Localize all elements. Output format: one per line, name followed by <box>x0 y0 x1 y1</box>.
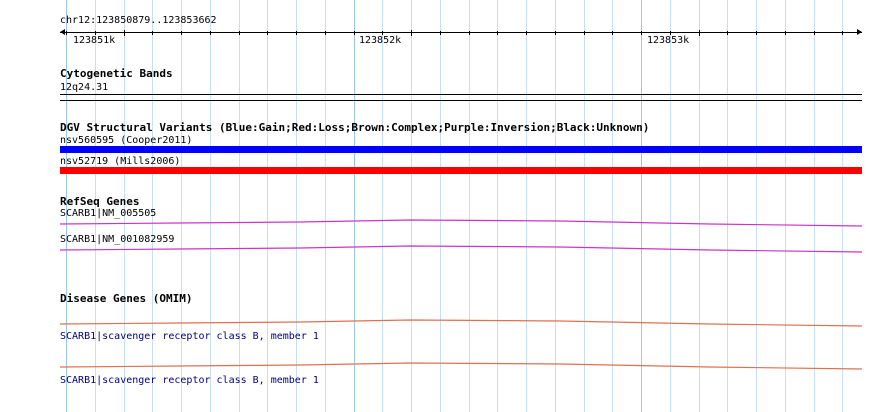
grid-line <box>699 0 700 412</box>
ruler-tick <box>612 31 613 35</box>
omim-gene-feature[interactable] <box>0 316 890 328</box>
grid-line <box>325 0 326 412</box>
grid-line <box>612 0 613 412</box>
ruler-tick <box>124 30 125 36</box>
cytoband-bar-bottom <box>60 100 862 101</box>
grid-line <box>267 0 268 412</box>
ruler-tick <box>497 31 498 35</box>
ruler-tick <box>555 31 556 35</box>
grid-line <box>296 0 297 412</box>
ruler-right-arrow-icon <box>857 29 862 35</box>
grid-line <box>411 0 412 412</box>
ruler-tick <box>210 31 211 35</box>
locus-label: chr12:123850879..123853662 <box>60 15 217 26</box>
ruler-tick <box>641 31 642 35</box>
grid-line <box>555 0 556 412</box>
grid-line <box>727 0 728 412</box>
cytoband-bar-top[interactable] <box>60 94 862 95</box>
gene-line <box>59 219 863 227</box>
ruler-tick <box>239 31 240 35</box>
cytoband-label[interactable]: 12q24.31 <box>60 82 108 93</box>
ruler-tick <box>354 31 355 35</box>
genome-browser-view: chr12:123850879..123853662 123851k 12385… <box>0 0 890 412</box>
ruler-label-123851k: 123851k <box>73 35 116 46</box>
ruler-label-123852k: 123852k <box>359 35 402 46</box>
track-title-omim: Disease Genes (OMIM) <box>60 292 193 305</box>
grid-line <box>756 0 757 412</box>
dgv-item-label: nsv560595 (Cooper2011) <box>60 135 193 146</box>
ruler-label-123853k: 123853k <box>647 35 690 46</box>
track-title-refseq: RefSeq Genes <box>60 195 140 208</box>
ruler-tick <box>411 30 412 36</box>
ruler-tick <box>756 31 757 35</box>
ruler-tick <box>727 31 728 35</box>
grid-line <box>469 0 470 412</box>
grid-line <box>152 0 153 412</box>
refseq-gene-feature[interactable] <box>0 216 890 228</box>
dgv-item-label: nsv52719 (Mills2006) <box>60 156 181 167</box>
ruler-tick <box>296 31 297 35</box>
ruler-tick <box>440 31 441 35</box>
refseq-gene-feature[interactable] <box>0 242 890 254</box>
grid-line <box>584 0 585 412</box>
omim-gene-label[interactable]: SCARB1|scavenger receptor class B, membe… <box>60 331 319 342</box>
grid-line <box>440 0 441 412</box>
grid-line <box>210 0 211 412</box>
gene-line <box>59 319 863 327</box>
ruler-tick <box>526 31 527 35</box>
grid-line <box>239 0 240 412</box>
ruler-tick <box>181 31 182 35</box>
omim-gene-label[interactable]: SCARB1|scavenger receptor class B, membe… <box>60 375 319 386</box>
ruler-tick <box>66 31 67 35</box>
gene-line <box>59 362 863 370</box>
ruler-tick <box>267 31 268 35</box>
grid-line <box>842 0 843 412</box>
ruler-tick <box>814 31 815 35</box>
ruler-tick <box>785 31 786 35</box>
grid-line <box>382 0 383 412</box>
grid-line <box>814 0 815 412</box>
ruler-tick <box>842 31 843 35</box>
dgv-loss-bar[interactable] <box>60 167 862 174</box>
grid-line <box>497 0 498 412</box>
grid-line <box>641 0 642 412</box>
grid-line <box>785 0 786 412</box>
ruler-tick <box>699 30 700 36</box>
ruler-tick <box>584 31 585 35</box>
grid-line <box>526 0 527 412</box>
gene-line <box>59 245 863 253</box>
grid-line <box>354 0 355 412</box>
dgv-gain-bar[interactable] <box>60 146 862 153</box>
ruler-tick <box>469 31 470 35</box>
ruler-tick <box>152 31 153 35</box>
track-title-dgv: DGV Structural Variants (Blue:Gain;Red:L… <box>60 121 650 134</box>
grid-line <box>670 0 671 412</box>
grid-line <box>181 0 182 412</box>
track-title-cytoband: Cytogenetic Bands <box>60 67 173 80</box>
ruler-left-arrow-icon <box>60 29 65 35</box>
omim-gene-feature[interactable] <box>0 359 890 371</box>
ruler-tick <box>325 31 326 35</box>
